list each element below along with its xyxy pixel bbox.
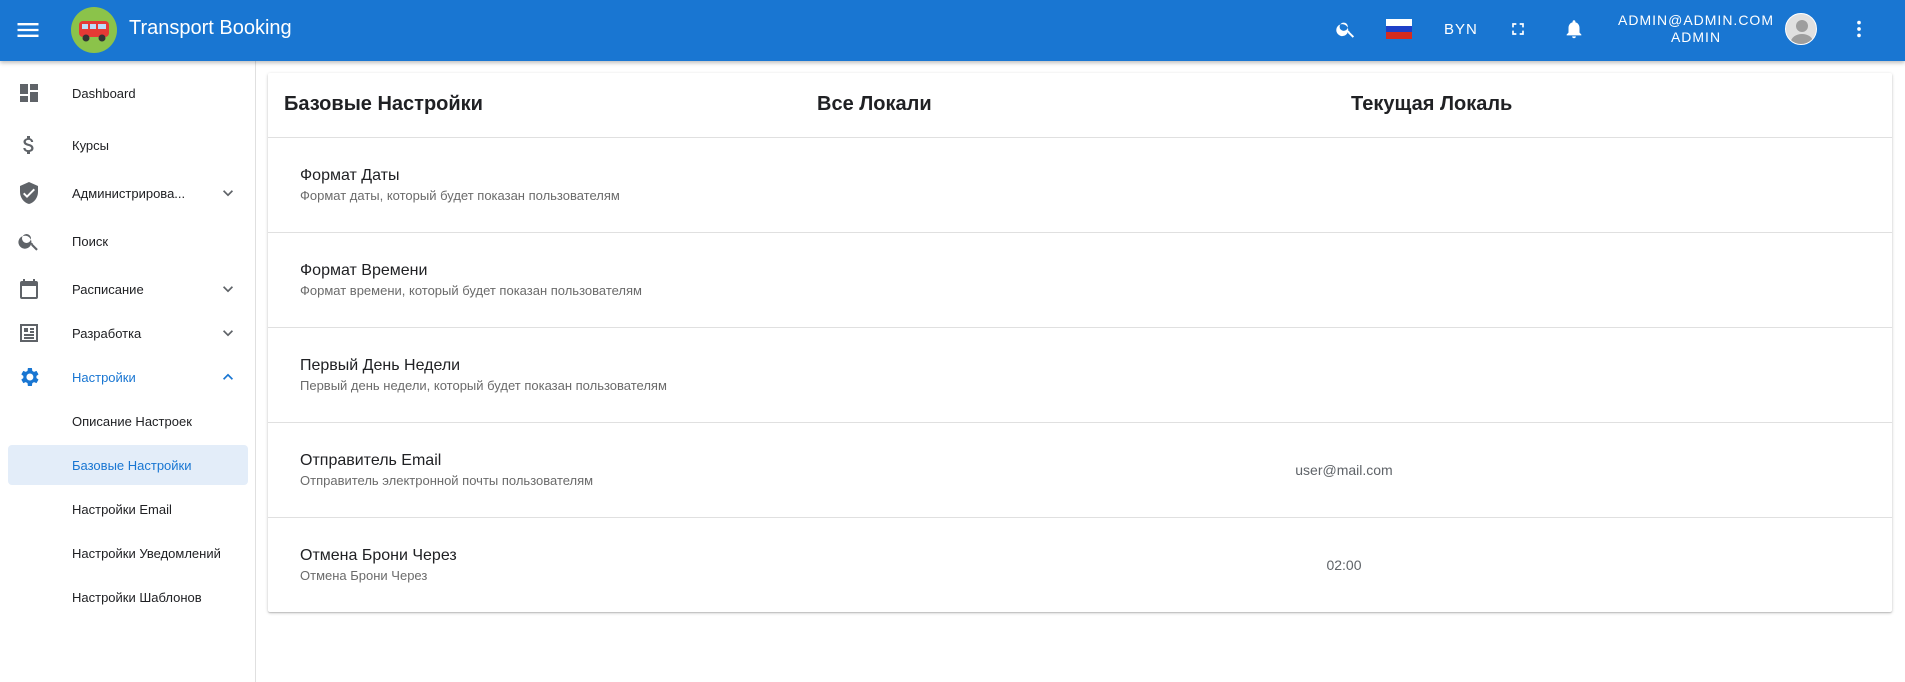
dashboard-icon [17, 81, 41, 105]
app-title: Transport Booking [129, 17, 292, 39]
table-row: Первый День Недели Первый день недели, к… [268, 328, 1892, 423]
menu-icon[interactable] [14, 16, 42, 44]
setting-title: Первый День Недели [300, 357, 461, 374]
app-logo [71, 7, 117, 53]
column-header-base-settings: Базовые Настройки [284, 93, 483, 115]
column-header-all-locales: Все Локали [817, 93, 932, 115]
user-email: ADMIN@ADMIN.COM [1618, 12, 1774, 28]
sidebar-item-label: Dashboard [72, 85, 136, 101]
search-icon [17, 229, 41, 253]
settings-card: Базовые Настройки Все Локали Текущая Лок… [268, 73, 1892, 612]
setting-title: Формат Времени [300, 262, 428, 279]
avatar[interactable] [1785, 13, 1817, 45]
user-menu[interactable]: ADMIN@ADMIN.COM ADMIN [1616, 12, 1776, 46]
setting-description: Формат времени, который будет показан по… [300, 283, 642, 298]
chevron-down-icon [218, 183, 238, 203]
bell-icon[interactable] [1559, 14, 1589, 44]
sidebar-subitem-settings-description[interactable]: Описание Настроек [8, 401, 248, 441]
sidebar-item-dashboard[interactable]: Dashboard [8, 73, 248, 113]
setting-description: Формат даты, который будет показан польз… [300, 188, 620, 203]
setting-value[interactable]: 02:00 [1264, 518, 1424, 613]
column-header-current-locale: Текущая Локаль [1351, 93, 1513, 115]
sidebar-item-label: Разработка [72, 325, 142, 341]
sidebar-item-label: Курсы [72, 137, 110, 153]
chevron-up-icon [218, 367, 238, 387]
sidebar-subitem-label: Настройки Шаблонов [72, 589, 202, 605]
russia-flag-icon[interactable] [1384, 14, 1414, 44]
calendar-icon [17, 277, 41, 301]
setting-value[interactable]: user@mail.com [1264, 423, 1424, 518]
setting-value[interactable] [1264, 328, 1424, 423]
search-icon[interactable] [1331, 14, 1361, 44]
sidebar-item-label: Настройки [72, 369, 136, 385]
sidebar-subitem-base-settings[interactable]: Базовые Настройки [8, 445, 248, 485]
sidebar-item-schedule[interactable]: Расписание [8, 269, 248, 309]
settings-table-header: Базовые Настройки Все Локали Текущая Лок… [268, 73, 1892, 138]
table-row: Отмена Брони Через Отмена Брони Через 02… [268, 518, 1892, 613]
sidebar-item-settings[interactable]: Настройки [8, 357, 248, 397]
setting-description: Первый день недели, который будет показа… [300, 378, 667, 393]
table-row: Формат Времени Формат времени, который б… [268, 233, 1892, 328]
sidebar-item-courses[interactable]: Курсы [8, 125, 248, 165]
sidebar-subitem-template-settings[interactable]: Настройки Шаблонов [8, 577, 248, 617]
chevron-down-icon [218, 279, 238, 299]
setting-description: Отмена Брони Через [300, 568, 428, 583]
setting-value[interactable] [1264, 138, 1424, 233]
more-vert-icon[interactable] [1844, 14, 1874, 44]
sidebar: Dashboard Курсы Администрирова... Поиск … [0, 61, 256, 682]
table-row: Отправитель Email Отправитель электронно… [268, 423, 1892, 518]
dev-icon [17, 321, 41, 345]
sidebar-subitem-notification-settings[interactable]: Настройки Уведомлений [8, 533, 248, 573]
sidebar-item-label: Расписание [72, 281, 144, 297]
dollar-icon [17, 133, 41, 157]
gear-icon [17, 365, 41, 389]
sidebar-item-search[interactable]: Поиск [8, 221, 248, 261]
setting-description: Отправитель электронной почты пользовате… [300, 473, 594, 488]
sidebar-item-label: Поиск [72, 233, 109, 249]
sidebar-subitem-label: Настройки Уведомлений [72, 545, 221, 561]
sidebar-subitem-label: Настройки Email [72, 501, 172, 517]
setting-value[interactable] [1264, 233, 1424, 328]
sidebar-item-label: Администрирова... [72, 185, 186, 201]
setting-title: Отмена Брони Через [300, 547, 457, 564]
sidebar-item-development[interactable]: Разработка [8, 313, 248, 353]
sidebar-subitem-email-settings[interactable]: Настройки Email [8, 489, 248, 529]
table-row: Формат Даты Формат даты, который будет п… [268, 138, 1892, 233]
setting-title: Формат Даты [300, 167, 400, 184]
sidebar-subitem-label: Описание Настроек [72, 413, 192, 429]
user-role: ADMIN [1670, 29, 1722, 45]
setting-title: Отправитель Email [300, 452, 442, 469]
sidebar-item-administration[interactable]: Администрирова... [8, 173, 248, 213]
sidebar-subitem-label: Базовые Настройки [72, 457, 192, 473]
shield-icon [17, 181, 41, 205]
currency-selector[interactable]: BYN [1444, 21, 1478, 38]
top-app-bar: Transport Booking BYN ADMIN@ADMIN.COM AD… [0, 0, 1905, 61]
chevron-down-icon [218, 323, 238, 343]
fullscreen-icon[interactable] [1503, 14, 1533, 44]
